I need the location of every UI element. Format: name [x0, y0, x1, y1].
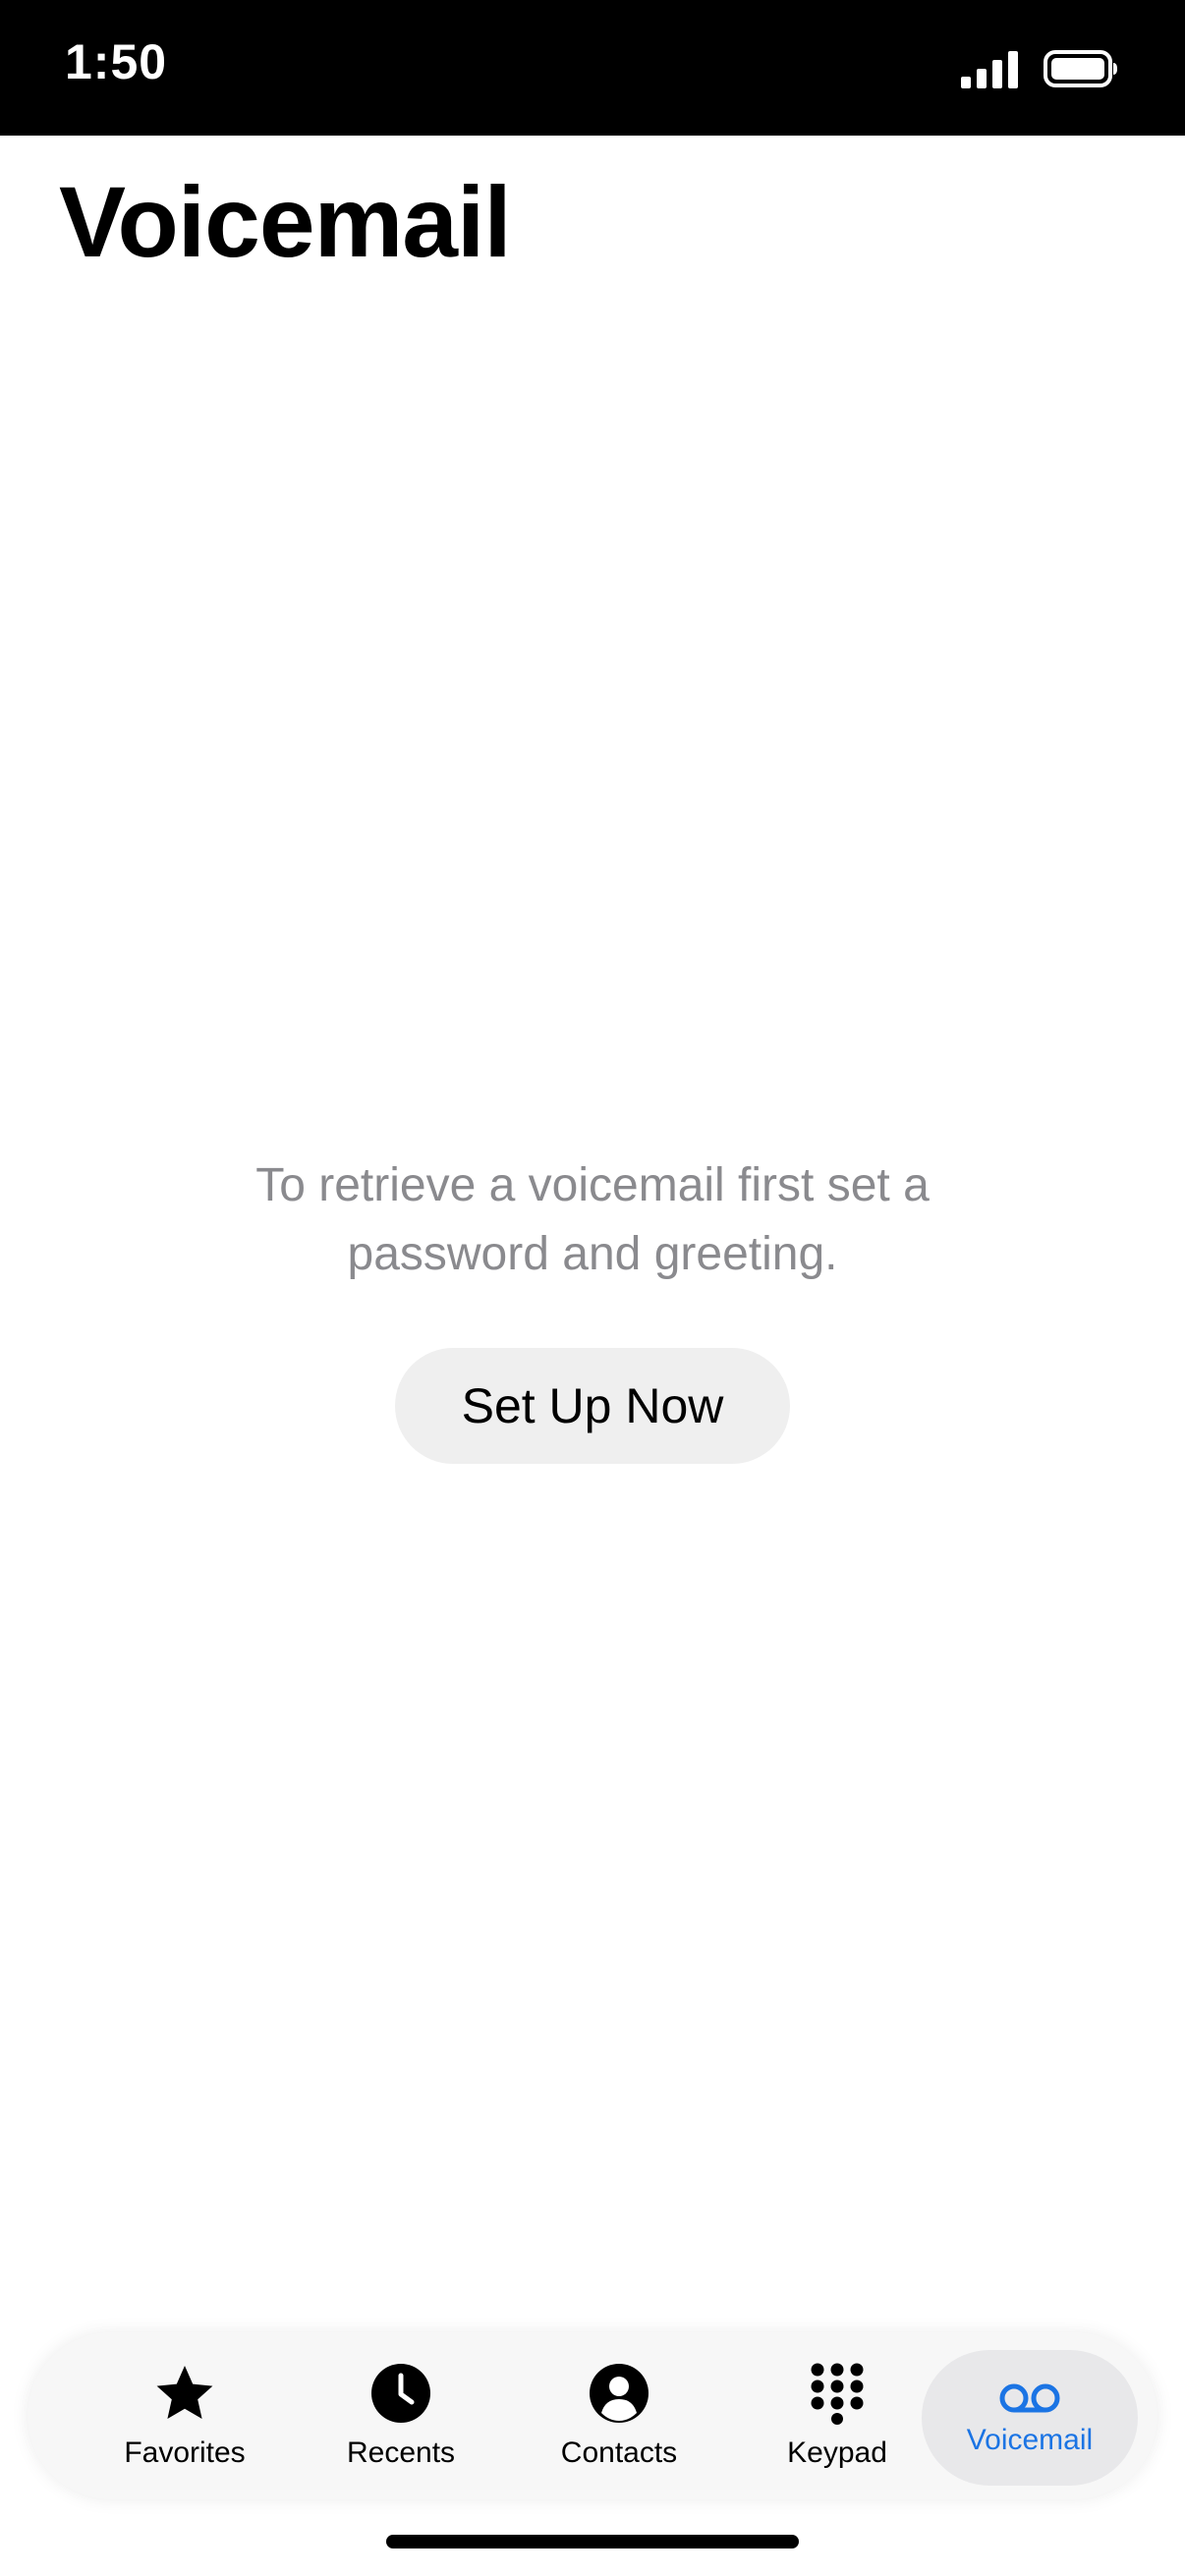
cellular-signal-icon	[961, 51, 1018, 88]
tab-bar: Favorites Recents Contacts Keypad Voicem…	[28, 2332, 1157, 2499]
clock-icon	[371, 2364, 430, 2423]
page-title: Voicemail	[59, 166, 512, 278]
tab-label: Keypad	[787, 2436, 887, 2469]
tab-label: Contacts	[560, 2436, 678, 2469]
tab-voicemail[interactable]: Voicemail	[922, 2350, 1138, 2486]
star-icon	[156, 2366, 213, 2419]
home-indicator	[386, 2535, 799, 2548]
tab-keypad[interactable]: Keypad	[729, 2332, 945, 2499]
tab-contacts[interactable]: Contacts	[511, 2332, 727, 2499]
voicemail-icon	[999, 2383, 1060, 2413]
status-bar: 1:50	[0, 0, 1185, 136]
status-time: 1:50	[65, 34, 168, 89]
tab-label: Voicemail	[966, 2424, 1094, 2456]
tab-recents[interactable]: Recents	[293, 2332, 509, 2499]
tab-favorites[interactable]: Favorites	[77, 2332, 293, 2499]
tab-label: Recents	[346, 2436, 456, 2469]
setup-instructions: To retrieve a voicemail first set a pass…	[255, 1159, 930, 1280]
set-up-now-button[interactable]: Set Up Now	[395, 1348, 790, 1464]
keypad-icon	[811, 2363, 864, 2425]
person-circle-icon	[590, 2364, 649, 2423]
tab-label: Favorites	[124, 2436, 246, 2469]
battery-icon	[1044, 50, 1117, 87]
voicemail-screen: 1:50 Voicemail To retrieve a voicemail f…	[0, 0, 1185, 2576]
